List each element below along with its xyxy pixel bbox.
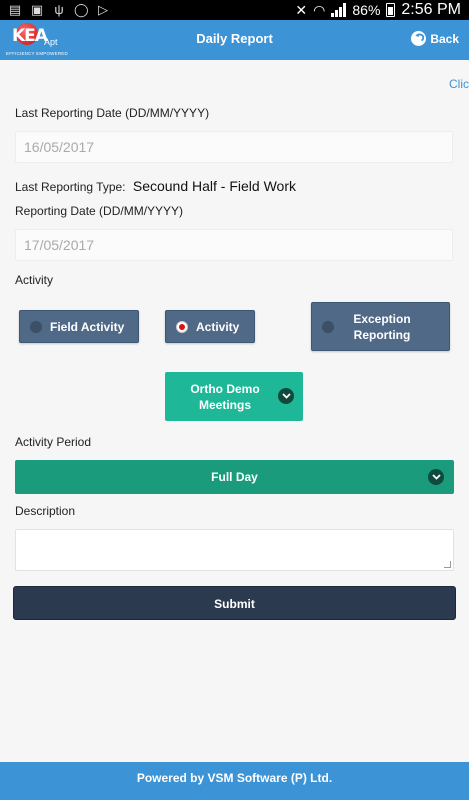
signal-icon (331, 3, 347, 17)
reporting-date-field[interactable]: 17/05/2017 (15, 229, 453, 261)
footer: Powered by VSM Software (P) Ltd. (0, 762, 469, 800)
play-icon: ▷ (98, 2, 108, 17)
activity-type-dropdown[interactable]: Ortho Demo Meetings (165, 372, 303, 421)
activity-label: Activity (15, 273, 54, 287)
activity-option-label: Activity (196, 319, 240, 334)
field-activity-label: Field Activity (50, 319, 125, 334)
last-reporting-type-label: Last Reporting Type: (15, 180, 126, 194)
last-reporting-type: Last Reporting Type: Secound Half - Fiel… (15, 178, 296, 194)
notification-icons: ▤ ▣ ψ ◯ ▷ (8, 2, 110, 18)
activity-radio[interactable]: Activity (165, 310, 255, 343)
mute-icon: ✕ (295, 2, 308, 18)
activity-period-label: Activity Period (15, 435, 92, 449)
click-link[interactable]: Clic (449, 77, 469, 91)
system-icons: ✕ ◠ 86% 2:56 PM (295, 1, 461, 19)
ring-icon: ◯ (74, 2, 89, 17)
field-activity-radio[interactable]: Field Activity (19, 310, 139, 343)
app-header: KEA Apt EFFICIENCY EMPOWERED Daily Repor… (0, 20, 469, 60)
activity-period-select[interactable]: Full Day (15, 460, 454, 494)
last-reporting-date-field[interactable]: 16/05/2017 (15, 131, 453, 163)
battery-percent: 86% (352, 2, 381, 18)
resize-grip-icon (444, 561, 451, 568)
chevron-down-icon (278, 388, 294, 404)
clock: 2:56 PM (401, 1, 461, 18)
exception-reporting-label: Exception Reporting (353, 311, 411, 342)
wifi-icon: ◠ (313, 2, 326, 18)
radio-selected-icon (176, 320, 188, 333)
status-bar: ▤ ▣ ψ ◯ ▷ ✕ ◠ 86% 2:56 PM (0, 0, 469, 20)
reporting-date-label: Reporting Date (DD/MM/YYYY) (15, 204, 184, 218)
image-icon: ▣ (30, 2, 44, 17)
chevron-down-icon (428, 469, 444, 485)
notification-icon: ▤ (8, 2, 22, 17)
exception-reporting-radio[interactable]: Exception Reporting (311, 302, 450, 351)
footer-text: Powered by VSM Software (P) Ltd. (136, 771, 333, 785)
back-button[interactable]: Back (411, 31, 459, 46)
page-title: Daily Report (196, 31, 273, 46)
radio-unselected-icon (30, 320, 42, 333)
activity-type-value: Ortho Demo Meetings (190, 382, 260, 412)
description-label: Description (15, 504, 76, 518)
back-label: Back (430, 31, 459, 46)
usb-icon: ψ (54, 2, 64, 17)
last-reporting-date-label: Last Reporting Date (DD/MM/YYYY) (15, 106, 210, 120)
activity-period-value: Full Day (211, 470, 258, 484)
description-textarea[interactable] (15, 529, 454, 571)
logo-tagline: EFFICIENCY EMPOWERED (6, 51, 68, 56)
submit-button[interactable]: Submit (13, 586, 456, 620)
back-arrow-icon (411, 31, 427, 46)
battery-icon (386, 3, 396, 17)
radio-unselected-icon (322, 320, 334, 333)
last-reporting-type-value: Secound Half - Field Work (132, 178, 296, 194)
